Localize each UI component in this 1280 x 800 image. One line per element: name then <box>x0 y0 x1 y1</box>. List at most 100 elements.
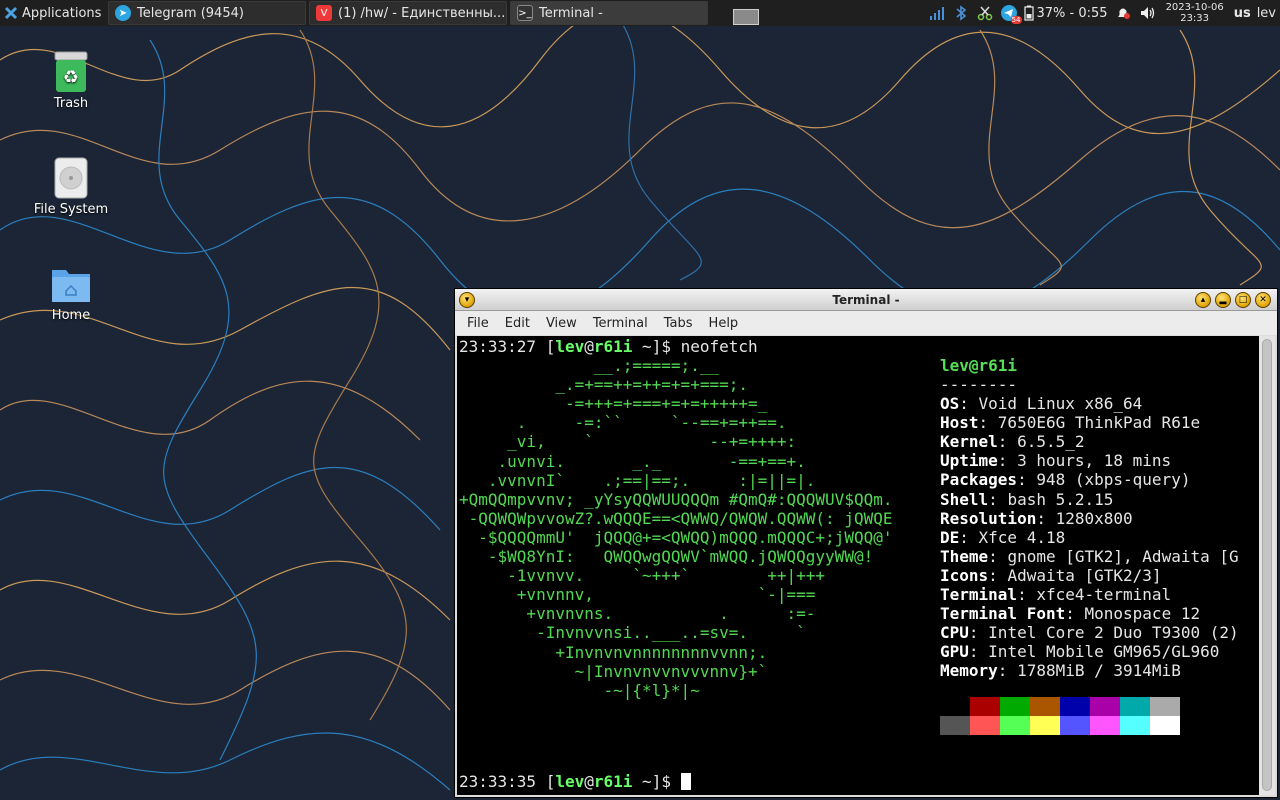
desktop-icon-home[interactable]: Home <box>26 264 116 323</box>
drive-icon <box>54 157 88 199</box>
info-value: bash 5.2.15 <box>1007 489 1114 509</box>
color-palette <box>940 697 1180 735</box>
menu-help[interactable]: Help <box>701 316 747 331</box>
clock-time: 23:33 <box>1180 13 1210 24</box>
info-userhost: lev@r61i <box>940 356 1018 375</box>
prompt-time: 23:33:35 <box>459 772 537 791</box>
info-colon: : <box>997 432 1018 452</box>
logo-line: .uvnvi. _._ -==+==+. <box>459 451 806 471</box>
desktop-icon-label: Trash <box>53 96 89 111</box>
info-key: Host <box>940 413 979 433</box>
logo-line: _.=+==++=++=+=+===;. <box>459 375 748 395</box>
info-value: 1788MiB / 3914MiB <box>1017 661 1181 681</box>
logo-line: +Invnvnvnnnnnnnnvvnn;. <box>459 642 768 662</box>
info-key: Terminal Font <box>940 604 1066 624</box>
minimize-icon[interactable]: ▂ <box>1215 292 1231 308</box>
logo-line: __.;=====;.__ <box>459 356 720 375</box>
color-swatch <box>1060 716 1090 735</box>
color-swatch <box>970 697 1000 716</box>
telegram-tray-icon[interactable]: 54 <box>1000 4 1022 24</box>
logo-line: +vnvnvns. . :=- <box>459 604 816 624</box>
logo-line: +vnvnnv, `-|=== <box>459 585 816 605</box>
task-vivaldi[interactable]: V (1) /hw/ - Единственны... <box>309 1 507 25</box>
prompt-user: lev <box>555 337 585 356</box>
xfce-logo-icon <box>4 6 18 20</box>
info-key: Theme <box>940 546 989 566</box>
system-tray: 54 37% - 0:55 2023-10-06 23:33 us lev <box>928 0 1280 26</box>
scissors-icon[interactable] <box>976 4 994 22</box>
user-menu[interactable]: lev <box>1257 6 1276 21</box>
clock[interactable]: 2023-10-06 23:33 <box>1166 2 1224 24</box>
terminal-output[interactable]: 23:33:27 [lev@r61i ~]$ neofetch __.;====… <box>457 336 1259 795</box>
logo-line: -Invnvvnsi..___..=sv=. ` <box>459 623 806 643</box>
logo-line: -~|{*l}*|~ <box>459 680 700 700</box>
battery-indicator[interactable]: 37% - 0:55 <box>1023 5 1108 21</box>
scrollbar-thumb[interactable] <box>1262 339 1272 791</box>
applications-menu[interactable]: Applications <box>0 0 108 26</box>
prompt-time: 23:33:27 <box>459 337 537 356</box>
window-menu-icon[interactable]: ▾ <box>459 292 475 308</box>
menu-edit[interactable]: Edit <box>497 316 538 331</box>
desktop-icon-filesystem[interactable]: File System <box>26 156 116 217</box>
logo-line: -QQWQWpvvowZ?.wQQQE==<QWWQ/QWQW.QQWW(: j… <box>459 508 893 528</box>
info-colon: : <box>1036 508 1056 528</box>
task-label: Telegram (9454) <box>137 5 244 21</box>
menu-view[interactable]: View <box>538 316 585 331</box>
info-value: Intel Mobile GM965/GL960 <box>988 642 1220 662</box>
workspace-switcher[interactable] <box>733 9 759 25</box>
info-colon: : <box>997 661 1018 681</box>
prompt-user: lev <box>555 772 585 791</box>
prompt-cwd: ~ <box>642 772 652 791</box>
home-folder-icon <box>52 270 90 302</box>
volume-icon[interactable] <box>1138 4 1156 22</box>
color-swatch <box>1060 697 1090 716</box>
terminal-window: ▾ Terminal - ▴ ▂ □ ✕ File Edit View Term… <box>454 288 1278 798</box>
color-swatch <box>1090 697 1120 716</box>
keyboard-layout[interactable]: us <box>1234 6 1251 21</box>
info-colon: : <box>978 413 998 433</box>
trash-icon: ♻ <box>54 51 88 92</box>
terminal-titlebar[interactable]: ▾ Terminal - ▴ ▂ □ ✕ <box>455 289 1277 311</box>
info-colon: : <box>1017 470 1037 490</box>
terminal-scrollbar[interactable] <box>1259 336 1275 795</box>
info-value: Monospace 12 <box>1084 604 1201 624</box>
logo-line: -$WQ8YnI: QWQQwgQQWV`mWQQ.jQWQQgyyWW@! <box>459 547 874 566</box>
color-swatch <box>1120 716 1150 735</box>
notification-bell-icon[interactable] <box>1114 4 1132 22</box>
menu-tabs[interactable]: Tabs <box>656 316 701 331</box>
prompt-command: neofetch <box>680 337 758 356</box>
desktop-icon-trash[interactable]: ♻ Trash <box>26 50 116 111</box>
color-swatch <box>1030 697 1060 716</box>
info-colon: : <box>968 623 989 643</box>
info-key: Icons <box>940 565 989 585</box>
task-terminal[interactable]: >_ Terminal - <box>510 1 708 25</box>
logo-line: -$QQQQmmU' jQQQ@+=<QWQQ)mQQQ.mQQQC+;jWQQ… <box>459 527 893 547</box>
bluetooth-icon[interactable] <box>952 4 970 22</box>
info-row: Uptime: 3 hours, 18 mins <box>940 451 1171 470</box>
close-icon[interactable]: ✕ <box>1255 292 1271 308</box>
menu-terminal[interactable]: Terminal <box>585 316 656 331</box>
prompt-line: 23:33:27 [lev@r61i ~]$ neofetch <box>459 337 758 356</box>
info-row: GPU: Intel Mobile GM965/GL960 <box>940 642 1219 661</box>
neofetch-userhost: lev@r61i <box>940 356 1017 375</box>
color-swatch <box>1000 716 1030 735</box>
info-row: Kernel: 6.5.5_2 <box>940 432 1085 451</box>
network-signal-icon[interactable] <box>928 4 946 22</box>
clock-date: 2023-10-06 <box>1165 2 1224 13</box>
info-value: Void Linux x86_64 <box>978 394 1143 413</box>
menu-file[interactable]: File <box>459 316 497 331</box>
logo-line: _vi, ` --+=++++: <box>459 432 797 452</box>
info-value: 7650E6G ThinkPad R61e <box>997 413 1201 433</box>
info-colon: : <box>968 642 989 662</box>
prompt-host: r61i <box>593 337 633 356</box>
shade-icon[interactable]: ▴ <box>1195 292 1211 308</box>
desktop-icon-label: Home <box>51 308 91 323</box>
prompt-host: r61i <box>593 772 633 791</box>
logo-line: . -=:`` `--==+=++==. <box>459 413 787 433</box>
maximize-icon[interactable]: □ <box>1235 292 1251 308</box>
task-telegram[interactable]: ➤ Telegram (9454) <box>108 1 306 25</box>
applications-label: Applications <box>22 5 102 21</box>
info-colon: : <box>988 489 1008 509</box>
info-row: Memory: 1788MiB / 3914MiB <box>940 661 1181 680</box>
desktop-icon-label: File System <box>33 202 109 217</box>
